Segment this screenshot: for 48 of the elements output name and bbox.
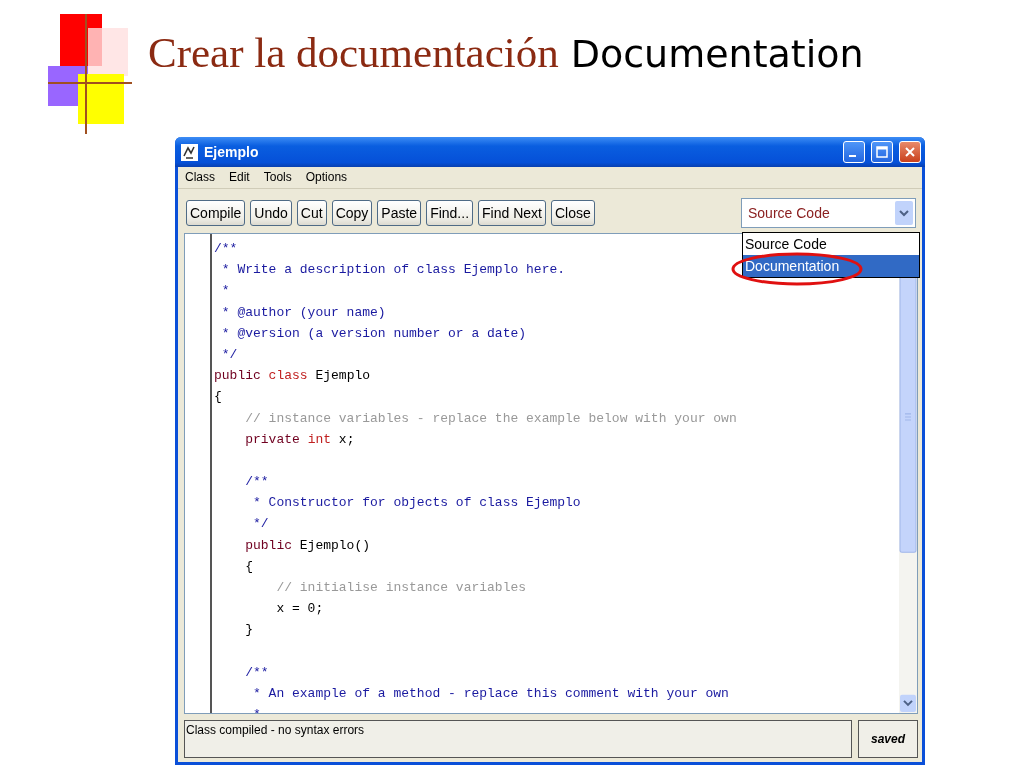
code-line: { [214,388,222,407]
code-line: public class Ejemplo [214,367,371,386]
code-line: * @version (a version number or a date) [220,324,527,343]
menu-item[interactable]: Options [305,170,348,185]
toolbar-button[interactable]: Find Next [478,200,546,226]
toolbar-button[interactable]: Close [550,200,595,226]
code-line: } [244,621,253,640]
code-line: * [220,282,230,301]
toolbar-button[interactable]: Paste [377,200,422,226]
app-icon [181,143,198,161]
menu-item[interactable]: Tools [263,170,292,185]
menu-item[interactable]: Edit [229,170,250,185]
slide-title-english: Documentation [570,32,864,76]
code-line: // initialise instance variables [275,579,527,597]
code-line: // instance variables - replace the example below with your own [244,409,737,428]
minimize-button[interactable] [843,141,865,163]
code-line: private int x; [244,430,355,449]
toolbar-button[interactable]: Copy [331,200,373,226]
dropdown-option[interactable]: Documentation [743,255,919,277]
view-dropdown[interactable]: Source Code [741,198,916,228]
code-line: /** [244,473,269,492]
code-line: */ [220,345,238,364]
code-line: * Write a description of class Ejemplo here. [220,261,566,280]
status-message: Class compiled - no syntax errors [184,720,852,758]
code-line: x = 0; [275,600,324,619]
code-line: */ [252,515,269,534]
code-line: { [244,557,253,576]
minimize-icon [848,155,856,157]
code-line: /** [214,240,238,258]
toolbar-button[interactable]: Cut [296,200,327,226]
code-line: * An example of a method - replace this comment with your own [252,684,729,703]
slide-title: Crear la documentación [148,28,559,77]
toolbar-button[interactable]: Undo [250,200,292,226]
save-status: saved [858,720,918,758]
maximize-icon [876,146,888,158]
code-line: * [252,706,261,713]
code-line: /** [244,663,269,682]
code-editor[interactable] [184,233,918,714]
menu-item[interactable]: Class [185,170,215,185]
maximize-button[interactable] [871,141,893,163]
code-line: * Constructor for objects of class Ejemplo [252,494,581,513]
window-title: Ejemplo [204,144,260,160]
close-icon [904,146,916,158]
toolbar-button[interactable]: Find... [426,200,474,226]
code-line: public Ejemplo() [244,536,371,555]
close-button[interactable] [899,141,921,163]
toolbar-button[interactable]: Compile [186,200,246,226]
code-line: * @author (your name) [220,303,386,322]
